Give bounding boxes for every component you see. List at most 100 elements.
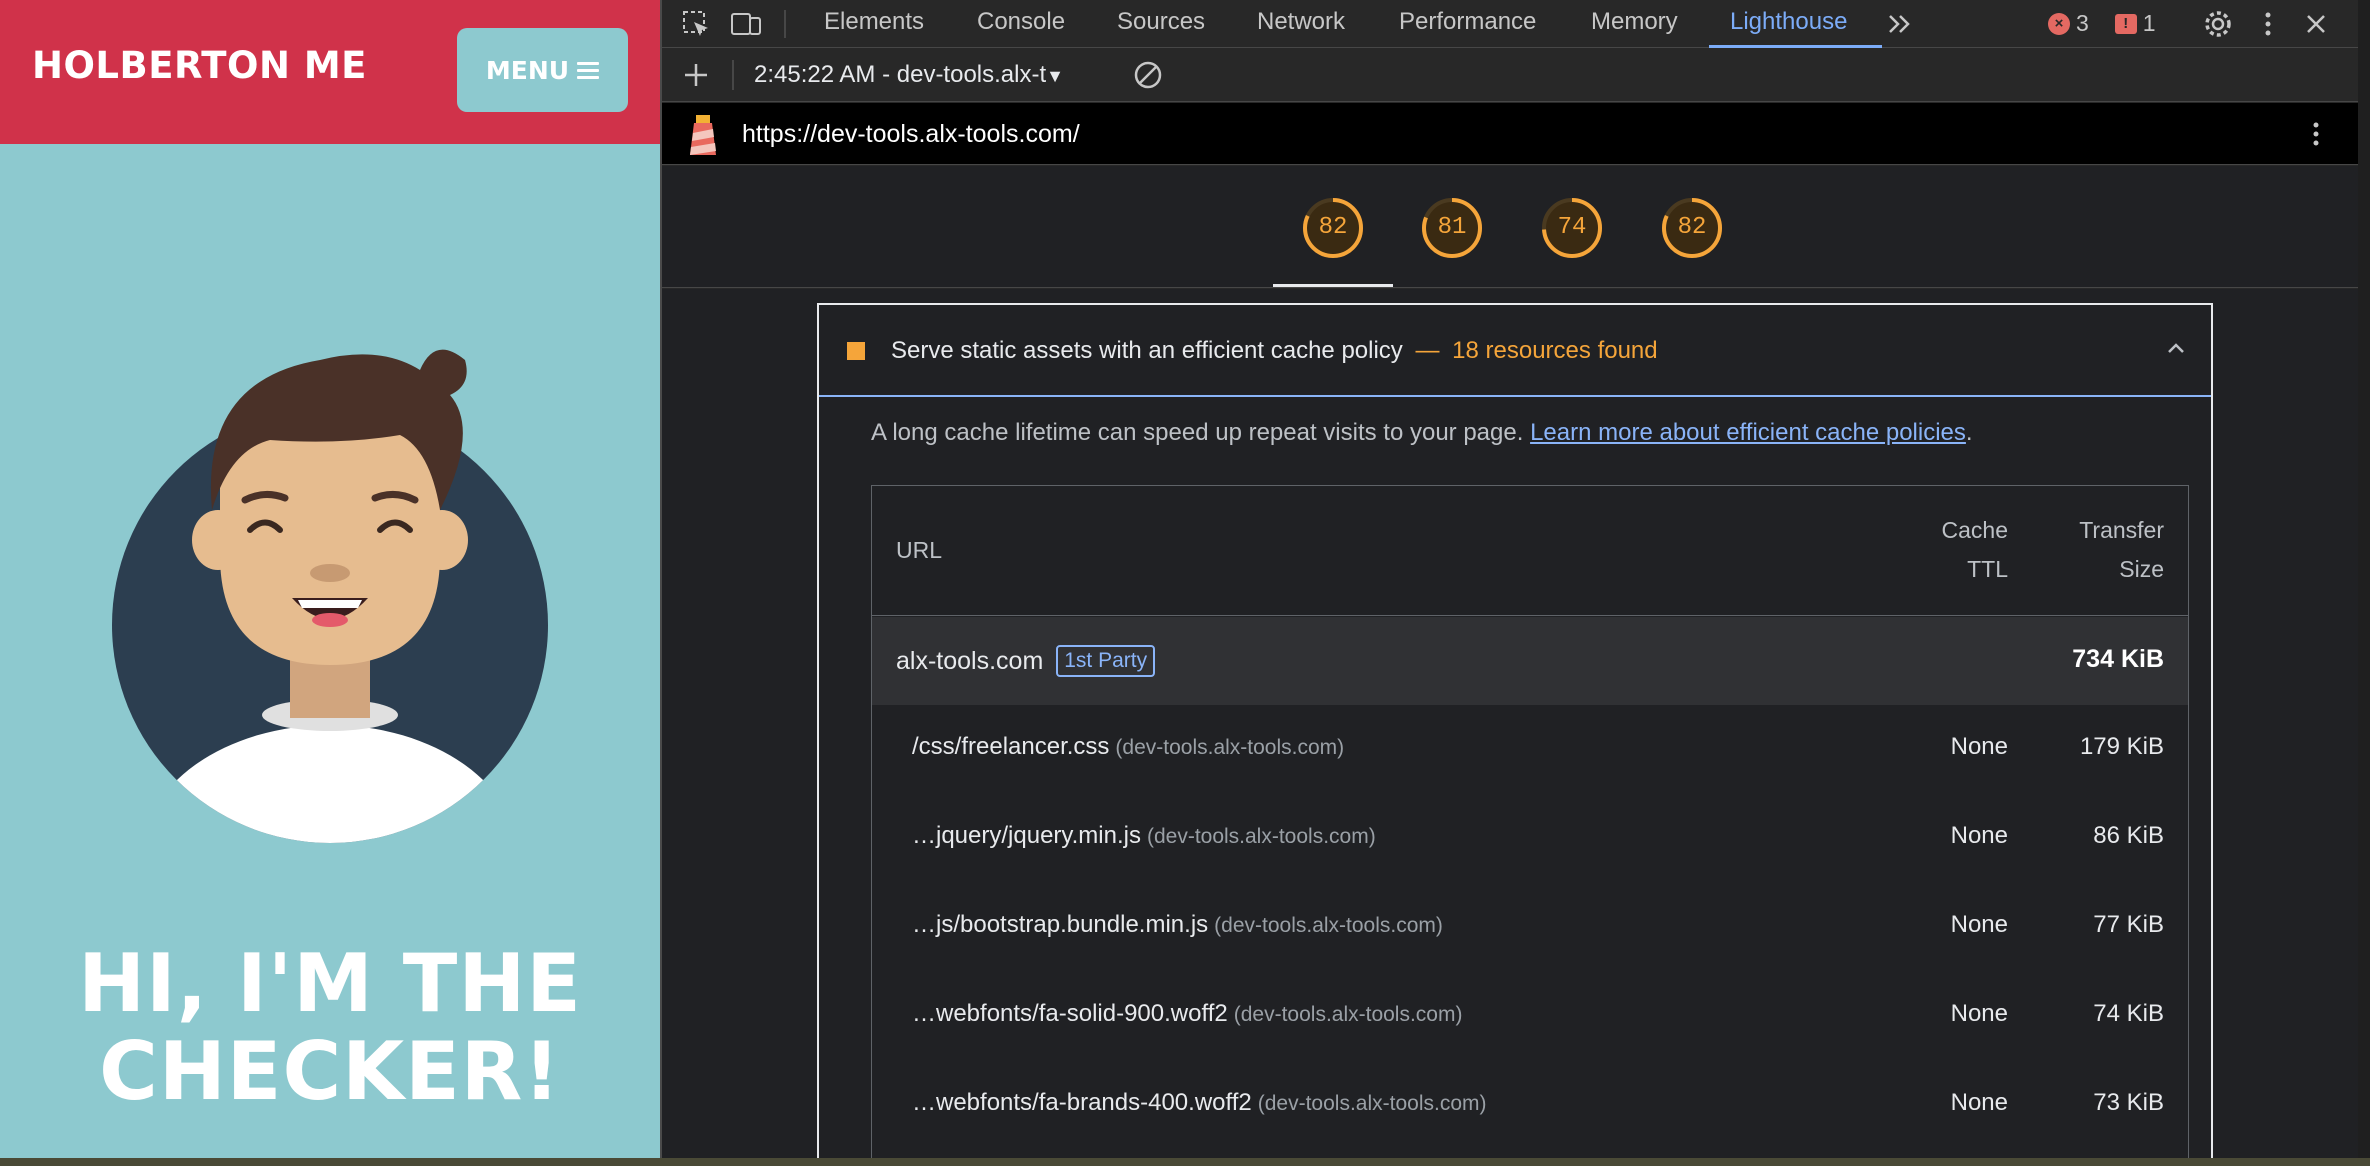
report-selector-label: 2:45:22 AM - dev-tools.alx-t — [754, 61, 1047, 88]
audit-title: Serve static assets with an efficient ca… — [891, 337, 1658, 365]
site-brand[interactable]: HOLBERTON ME — [32, 44, 367, 87]
resource-transfer-size: 73 KiB — [2093, 1089, 2164, 1116]
resource-transfer-size: 74 KiB — [2093, 1000, 2164, 1027]
group-entity-name: alx-tools.com — [896, 647, 1044, 675]
warning-square-icon — [847, 342, 865, 360]
resource-cache-ttl: None — [1950, 1000, 2008, 1027]
column-url: URL — [896, 537, 943, 563]
report-body: Serve static assets with an efficient ca… — [662, 289, 2360, 1166]
score-gauge-accessibility[interactable]: 81 — [1420, 196, 1484, 260]
resource-cache-ttl: None — [1950, 911, 2008, 938]
settings-gear-icon[interactable] — [2202, 8, 2234, 40]
hero-line-1: HI, I'M THE — [78, 937, 582, 1030]
score-value: 82 — [1318, 214, 1348, 241]
hero-heading: HI, I'M THE CHECKER! — [0, 940, 660, 1116]
learn-more-link[interactable]: Learn more about efficient cache policie… — [1530, 419, 1966, 446]
devtools-tabbar: Elements Console Sources Network Perform… — [662, 0, 2360, 48]
error-count: 3 — [2076, 10, 2089, 36]
resource-url[interactable]: …js/bootstrap.bundle.min.js (dev-tools.al… — [912, 911, 1443, 939]
score-gauge-performance[interactable]: 82 — [1301, 196, 1365, 260]
resource-cache-ttl: None — [1950, 1089, 2008, 1116]
table-row: …jquery/jquery.min.js (dev-tools.alx-tool… — [872, 794, 2188, 883]
resource-cache-ttl: None — [1950, 822, 2008, 849]
hamburger-icon — [577, 61, 600, 79]
group-entity: alx-tools.com 1st Party — [896, 645, 1156, 677]
resource-host: (dev-tools.alx-tools.com) — [1115, 736, 1345, 759]
inspect-element-icon[interactable] — [680, 8, 712, 40]
issue-icon: ! — [2114, 13, 2137, 34]
audit-description: A long cache lifetime can speed up repea… — [871, 419, 1973, 447]
resource-url[interactable]: /css/freelancer.css (dev-tools.alx-tools.… — [912, 733, 1344, 761]
tab-memory[interactable]: Memory — [1591, 0, 1678, 46]
table-header: URL Cache TTL Transfer Size — [872, 486, 2188, 616]
resource-url[interactable]: …webfonts/fa-solid-900.woff2 (dev-tools.a… — [912, 1000, 1462, 1028]
device-toolbar-icon[interactable] — [730, 8, 762, 40]
menu-button[interactable]: MENU — [457, 28, 628, 112]
clear-block-icon[interactable] — [1132, 59, 1164, 91]
avatar — [100, 340, 560, 860]
more-tabs-icon[interactable] — [1884, 8, 1916, 40]
lighthouse-toolbar: 2:45:22 AM - dev-tools.alx-t▼ — [662, 48, 2360, 102]
resources-table: URL Cache TTL Transfer Size alx-tools.co… — [871, 485, 2189, 1166]
website-viewport: HOLBERTON ME MENU HI, I'M THE CHECKER! — [0, 0, 660, 1158]
column-cache-ttl-line1: Cache — [1941, 517, 2008, 543]
tab-performance[interactable]: Performance — [1399, 0, 1536, 46]
resource-host: (dev-tools.alx-tools.com) — [1257, 1092, 1487, 1115]
toolbar-divider — [784, 10, 786, 38]
audit-description-text: A long cache lifetime can speed up repea… — [871, 419, 1524, 446]
resource-host: (dev-tools.alx-tools.com) — [1214, 914, 1443, 937]
first-party-badge: 1st Party — [1056, 645, 1156, 677]
menu-label: MENU — [485, 55, 570, 85]
background-window-edge — [2358, 0, 2370, 1166]
group-transfer-size: 734 KiB — [2072, 645, 2164, 673]
new-report-plus-icon[interactable] — [680, 59, 712, 91]
resource-transfer-size: 77 KiB — [2093, 911, 2164, 938]
score-gauges: 82 81 74 82 — [662, 166, 2360, 288]
report-kebab-menu-icon[interactable] — [2300, 118, 2332, 150]
issue-count: 1 — [2142, 10, 2156, 36]
audit-title-text: Serve static assets with an efficient ca… — [891, 337, 1403, 364]
score-value: 82 — [1677, 214, 1707, 241]
hero-line-2: CHECKER! — [99, 1025, 561, 1118]
report-url: https://dev-tools.alx-tools.com/ — [742, 120, 1080, 148]
score-value: 81 — [1437, 214, 1467, 241]
error-icon: × — [2048, 12, 2070, 35]
column-transfer-size-line2: Size — [2119, 556, 2164, 582]
score-value: 74 — [1557, 214, 1587, 241]
tab-lighthouse[interactable]: Lighthouse — [1730, 0, 1847, 46]
selected-gauge-indicator — [1273, 284, 1393, 287]
tab-network[interactable]: Network — [1257, 0, 1345, 46]
resource-transfer-size: 86 KiB — [2093, 822, 2164, 849]
kebab-menu-icon[interactable] — [2252, 8, 2284, 40]
resource-url[interactable]: …jquery/jquery.min.js (dev-tools.alx-tool… — [912, 822, 1376, 850]
resource-transfer-size: 179 KiB — [2079, 733, 2164, 760]
audit-resource-count: 18 resources found — [1452, 337, 1658, 364]
lighthouse-logo-icon — [686, 111, 720, 157]
score-gauge-best-practices[interactable]: 74 — [1540, 196, 1604, 260]
audit-cache-policy: Serve static assets with an efficient ca… — [817, 303, 2213, 1166]
resource-url[interactable]: …webfonts/fa-brands-400.woff2 (dev-tools.… — [912, 1089, 1486, 1117]
devtools-panel: Elements Console Sources Network Perform… — [660, 0, 2360, 1166]
site-navbar: HOLBERTON ME MENU — [0, 0, 660, 144]
score-gauge-seo[interactable]: 82 — [1660, 196, 1724, 260]
party-group-row: alx-tools.com 1st Party 734 KiB — [872, 617, 2188, 705]
tab-console[interactable]: Console — [977, 0, 1065, 46]
audit-header[interactable]: Serve static assets with an efficient ca… — [819, 305, 2211, 397]
chevron-down-icon: ▼ — [1046, 66, 1064, 86]
column-cache-ttl-line2: TTL — [1967, 556, 2008, 582]
issue-counters[interactable]: × 3 ! 1 — [2048, 10, 2156, 37]
resource-cache-ttl: None — [1950, 733, 2008, 760]
tab-sources[interactable]: Sources — [1117, 0, 1205, 46]
report-url-bar: https://dev-tools.alx-tools.com/ — [662, 103, 2360, 165]
table-row: …js/bootstrap.bundle.min.js (dev-tools.al… — [872, 883, 2188, 972]
toolbar-divider — [732, 60, 734, 90]
column-transfer-size-line1: Transfer — [2079, 517, 2164, 543]
audit-description-period: . — [1965, 419, 1973, 446]
tab-elements[interactable]: Elements — [824, 0, 924, 46]
close-icon[interactable] — [2300, 8, 2332, 40]
chevron-up-icon[interactable] — [2165, 337, 2187, 359]
resource-host: (dev-tools.alx-tools.com) — [1146, 825, 1376, 848]
report-selector[interactable]: 2:45:22 AM - dev-tools.alx-t▼ — [754, 61, 1064, 89]
table-row: …webfonts/fa-brands-400.woff2 (dev-tools.… — [872, 1061, 2188, 1150]
resource-host: (dev-tools.alx-tools.com) — [1233, 1003, 1463, 1026]
